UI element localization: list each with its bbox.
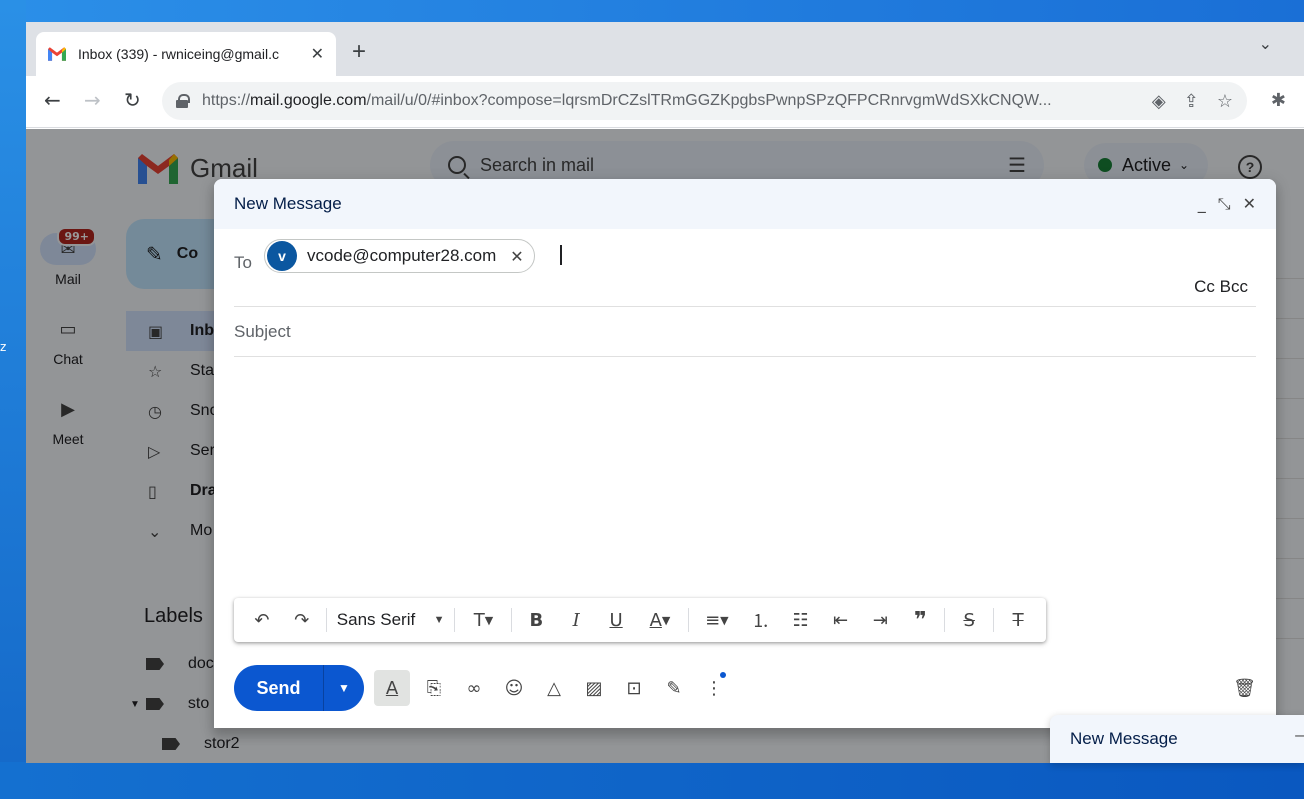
to-field[interactable]: To v vcode@computer28.com ✕ Cc Bcc	[234, 237, 1256, 307]
reload-icon[interactable]: ↻	[124, 90, 141, 110]
toolbar-divider	[454, 608, 456, 632]
attach-file-icon[interactable]: ⎘	[414, 670, 454, 706]
send-group: Send ▼	[234, 665, 364, 711]
minimize-icon[interactable]: –	[1295, 727, 1304, 745]
extensions-puzzle-icon[interactable]: ✱	[1271, 90, 1286, 111]
desktop-edge-glyph: z	[0, 340, 7, 354]
remove-recipient-icon[interactable]: ✕	[510, 247, 523, 266]
desktop-background-bottom	[0, 762, 1304, 799]
toolbar-divider	[687, 608, 689, 632]
lens-icon[interactable]: ◈	[1152, 91, 1166, 112]
insert-link-icon[interactable]: ∞	[454, 670, 494, 706]
compose-title: New Message	[234, 194, 342, 213]
address-bar[interactable]: https://mail.google.com/mail/u/0/#inbox?…	[162, 82, 1247, 120]
schedule-send-dropdown-icon[interactable]: ▼	[324, 665, 364, 711]
recipient-avatar: v	[267, 241, 297, 271]
confidential-mode-icon[interactable]: ⊡	[614, 670, 654, 706]
close-icon[interactable]: ✕	[1243, 194, 1256, 214]
more-options-icon[interactable]: ⋮	[694, 670, 734, 706]
signature-pen-icon[interactable]: ✎	[654, 670, 694, 706]
lock-icon[interactable]	[176, 94, 190, 108]
forward-arrow-icon[interactable]: →	[84, 90, 101, 110]
url-text[interactable]: https://mail.google.com/mail/u/0/#inbox?…	[202, 92, 1122, 110]
compose-header[interactable]: New Message _ ⤡ ✕	[214, 179, 1276, 229]
exit-fullscreen-icon[interactable]: ⤡	[1218, 194, 1231, 214]
bulleted-list-icon[interactable]: ☷	[781, 604, 821, 636]
redo-icon[interactable]: ↷	[282, 604, 322, 636]
to-label[interactable]: To	[234, 253, 252, 273]
tab-strip: Inbox (339) - rwniceing@gmail.c ✕ + ⌄	[26, 22, 1304, 76]
formatting-toolbar: ↶ ↷ Sans Serif ▼ T ▼ B I U A ▼ ≡ ▼ ⒈ ☷ ⇤ ⇥ ❞…	[234, 598, 1046, 642]
toolbar-divider	[511, 608, 513, 632]
browser-toolbar: ← → ↻ https://mail.google.com/mail/u/0/#…	[26, 76, 1304, 128]
undo-icon[interactable]: ↶	[242, 604, 282, 636]
minimize-icon[interactable]: _	[1198, 194, 1206, 214]
emoji-icon[interactable]: ☺	[494, 670, 534, 706]
strikethrough-icon[interactable]: S	[949, 604, 989, 636]
toolbar-divider	[325, 608, 327, 632]
insert-photo-icon[interactable]: ▨	[574, 670, 614, 706]
font-family-select[interactable]: Sans Serif ▼	[331, 610, 451, 630]
quote-icon[interactable]: ❞	[900, 604, 940, 636]
compose-window: New Message _ ⤡ ✕ To v vcode@computer28.…	[214, 179, 1276, 728]
formatting-options-icon[interactable]: A	[374, 670, 410, 706]
numbered-list-icon[interactable]: ⒈	[741, 604, 781, 636]
toolbar-divider	[993, 608, 995, 632]
bold-icon[interactable]: B	[516, 604, 556, 636]
toolbar-divider	[944, 608, 946, 632]
gmail-favicon-icon	[48, 47, 66, 61]
cc-bcc-links[interactable]: Cc Bcc	[1194, 277, 1248, 297]
desktop-background	[0, 0, 1304, 22]
indent-more-icon[interactable]: ⇥	[860, 604, 900, 636]
text-cursor	[560, 245, 562, 265]
recipient-chip[interactable]: v vcode@computer28.com ✕	[264, 239, 535, 273]
mini-compose-title: New Message	[1070, 729, 1178, 748]
send-button[interactable]: Send	[234, 665, 324, 711]
tab-close-icon[interactable]: ✕	[311, 44, 324, 64]
text-size-icon[interactable]: T ▼	[459, 604, 507, 636]
message-body[interactable]	[234, 359, 1256, 589]
subject-field[interactable]	[234, 307, 1256, 357]
indent-less-icon[interactable]: ⇤	[821, 604, 861, 636]
remove-formatting-icon[interactable]: T	[998, 604, 1038, 636]
tab-search-chevron-icon[interactable]: ⌄	[1259, 34, 1272, 54]
underline-icon[interactable]: U	[596, 604, 636, 636]
dropdown-caret-icon: ▼	[433, 614, 445, 626]
align-icon[interactable]: ≡ ▼	[693, 604, 741, 636]
new-tab-button[interactable]: +	[352, 40, 366, 64]
italic-icon[interactable]: I	[556, 604, 596, 636]
notification-dot	[720, 672, 726, 678]
desktop-background-left	[0, 0, 26, 799]
discard-draft-trash-icon[interactable]: 🗑	[1233, 678, 1256, 699]
tab-title: Inbox (339) - rwniceing@gmail.c	[78, 46, 279, 62]
text-color-icon[interactable]: A ▼	[636, 604, 684, 636]
bookmark-star-icon[interactable]: ☆	[1217, 91, 1233, 112]
subject-input[interactable]	[234, 321, 1256, 342]
compose-actions: Send ▼ A ⎘ ∞ ☺ △ ▨ ⊡ ✎ ⋮ 🗑	[234, 665, 1256, 711]
back-arrow-icon[interactable]: ←	[44, 90, 61, 110]
recipient-email: vcode@computer28.com	[307, 246, 497, 265]
minimized-compose-window[interactable]: New Message –	[1050, 715, 1304, 763]
browser-tab-inbox[interactable]: Inbox (339) - rwniceing@gmail.c ✕	[36, 32, 336, 76]
share-icon[interactable]: ⇪	[1184, 91, 1199, 112]
google-drive-icon[interactable]: △	[534, 670, 574, 706]
